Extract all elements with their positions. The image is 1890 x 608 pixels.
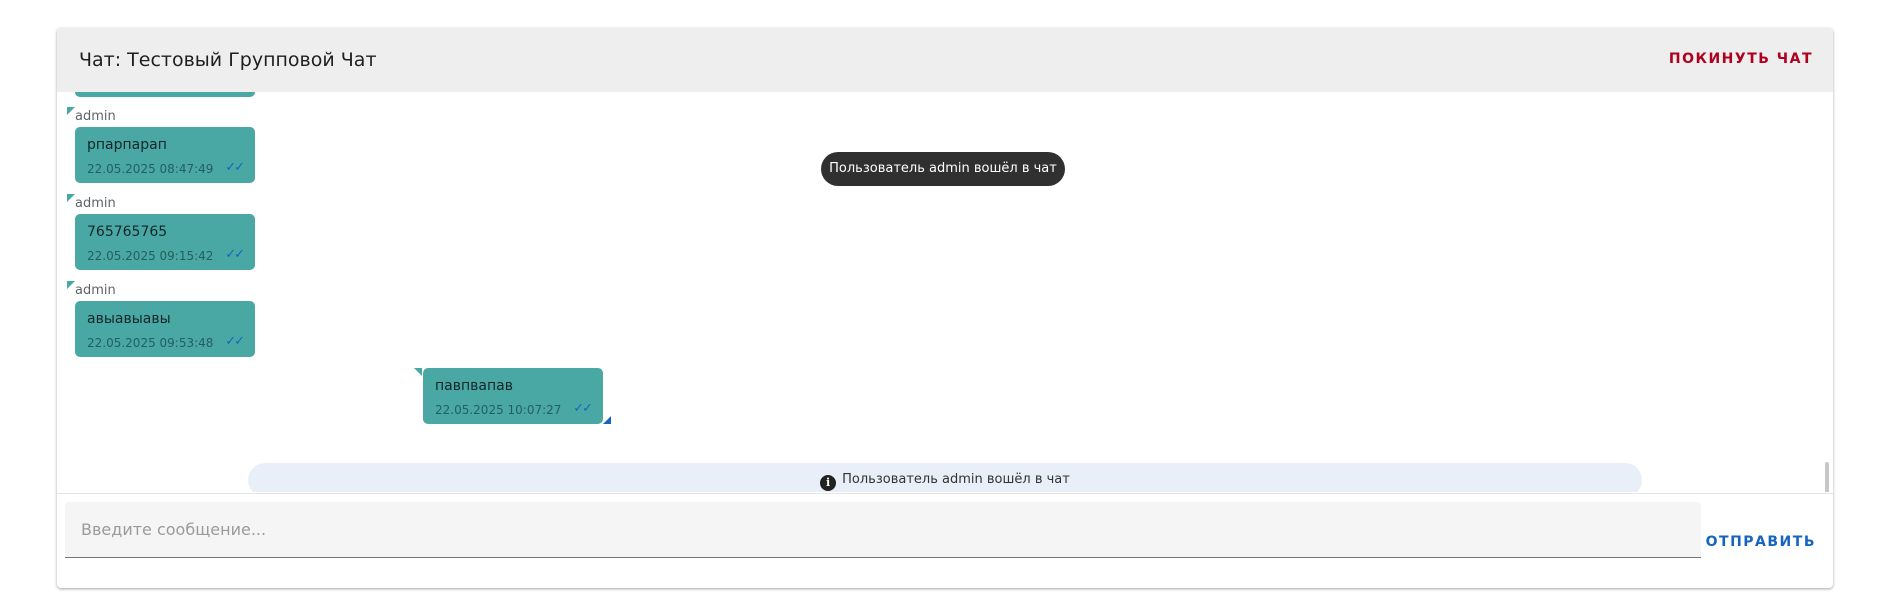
- composer-divider: [57, 493, 1833, 494]
- message-timestamp: 22.05.2025 10:07:27: [435, 403, 562, 417]
- chat-card: Чат: Тестовый Групповой Чат ПОКИНУТЬ ЧАТ…: [57, 28, 1833, 588]
- message-input[interactable]: [65, 502, 1701, 558]
- message-text: авыавыавы: [87, 311, 171, 327]
- bubble-tail: [67, 107, 75, 115]
- message-sender: admin: [75, 283, 116, 298]
- message-list[interactable]: admin рпарпарап 22.05.2025 08:47:49 ✓✓ a…: [57, 92, 1833, 492]
- message-timestamp: 22.05.2025 09:53:48: [87, 336, 214, 350]
- bubble-tail: [414, 368, 422, 376]
- chat-title: Чат: Тестовый Групповой Чат: [79, 49, 377, 71]
- message-text: павпвапав: [435, 378, 513, 394]
- bubble-tail: [603, 416, 611, 424]
- scrollbar-thumb[interactable]: [1825, 462, 1829, 492]
- own-message-bubble[interactable]: павпвапав 22.05.2025 10:07:27 ✓✓: [423, 368, 603, 424]
- system-message: i Пользователь admin вошёл в чат: [248, 463, 1642, 492]
- bubble-tail: [67, 194, 75, 202]
- message-bubble-partial: [75, 92, 255, 97]
- message-sender: admin: [75, 109, 116, 124]
- message-text: 765765765: [87, 224, 168, 240]
- info-icon: i: [820, 475, 837, 491]
- read-check-icon: ✓✓: [225, 247, 245, 262]
- message-bubble[interactable]: авыавыавы 22.05.2025 09:53:48 ✓✓: [75, 301, 255, 357]
- read-check-icon: ✓✓: [573, 401, 593, 416]
- message-timestamp: 22.05.2025 09:15:42: [87, 249, 214, 263]
- message-sender: admin: [75, 196, 116, 211]
- read-check-icon: ✓✓: [225, 160, 245, 175]
- join-toast: Пользователь admin вошёл в чат: [821, 152, 1065, 186]
- message-bubble[interactable]: рпарпарап 22.05.2025 08:47:49 ✓✓: [75, 127, 255, 183]
- message-bubble[interactable]: 765765765 22.05.2025 09:15:42 ✓✓: [75, 214, 255, 270]
- read-check-icon: ✓✓: [225, 334, 245, 349]
- leave-chat-button[interactable]: ПОКИНУТЬ ЧАТ: [1669, 50, 1813, 68]
- chat-header: Чат: Тестовый Групповой Чат ПОКИНУТЬ ЧАТ: [57, 28, 1833, 92]
- bubble-tail: [67, 281, 75, 289]
- send-button[interactable]: ОТПРАВИТЬ: [1706, 533, 1816, 551]
- message-timestamp: 22.05.2025 08:47:49: [87, 162, 214, 176]
- message-text: рпарпарап: [87, 137, 167, 153]
- system-message-text: Пользователь admin вошёл в чат: [842, 472, 1070, 487]
